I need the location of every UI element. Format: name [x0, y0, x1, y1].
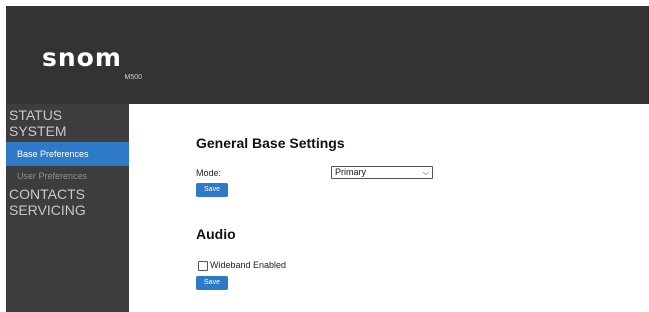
- header-bar: snom M500: [6, 6, 649, 104]
- nav-section-contacts[interactable]: CONTACTS: [6, 186, 129, 202]
- logo-model: M500: [124, 74, 142, 81]
- nav-section-status[interactable]: STATUS: [6, 107, 129, 123]
- chevron-down-icon: ⌵: [422, 168, 429, 177]
- nav-section-system[interactable]: SYSTEM: [6, 123, 129, 139]
- mode-select-value: Primary: [335, 167, 366, 177]
- main-content: General Base Settings Mode: Primary ⌵ Sa…: [129, 104, 649, 312]
- nav-item-base-preferences[interactable]: Base Preferences: [6, 142, 129, 166]
- audio-title: Audio: [196, 226, 236, 242]
- sidebar: STATUS SYSTEM Base Preferences User Pref…: [6, 104, 129, 312]
- logo-wordmark: snom: [42, 43, 122, 72]
- app-window: snom M500 STATUS SYSTEM Base Preferences…: [0, 0, 649, 312]
- snom-logo: snom M500: [42, 44, 142, 89]
- general-settings-title: General Base Settings: [196, 135, 345, 151]
- wideband-label: Wideband Enabled: [210, 260, 287, 270]
- nav-section-servicing[interactable]: SERVICING: [6, 202, 129, 218]
- nav-item-user-preferences[interactable]: User Preferences: [6, 166, 129, 186]
- wideband-checkbox[interactable]: [198, 261, 208, 271]
- audio-save-button[interactable]: Save: [196, 276, 228, 290]
- general-save-button[interactable]: Save: [196, 183, 228, 197]
- mode-select[interactable]: Primary ⌵: [331, 166, 433, 179]
- mode-label: Mode:: [196, 168, 222, 178]
